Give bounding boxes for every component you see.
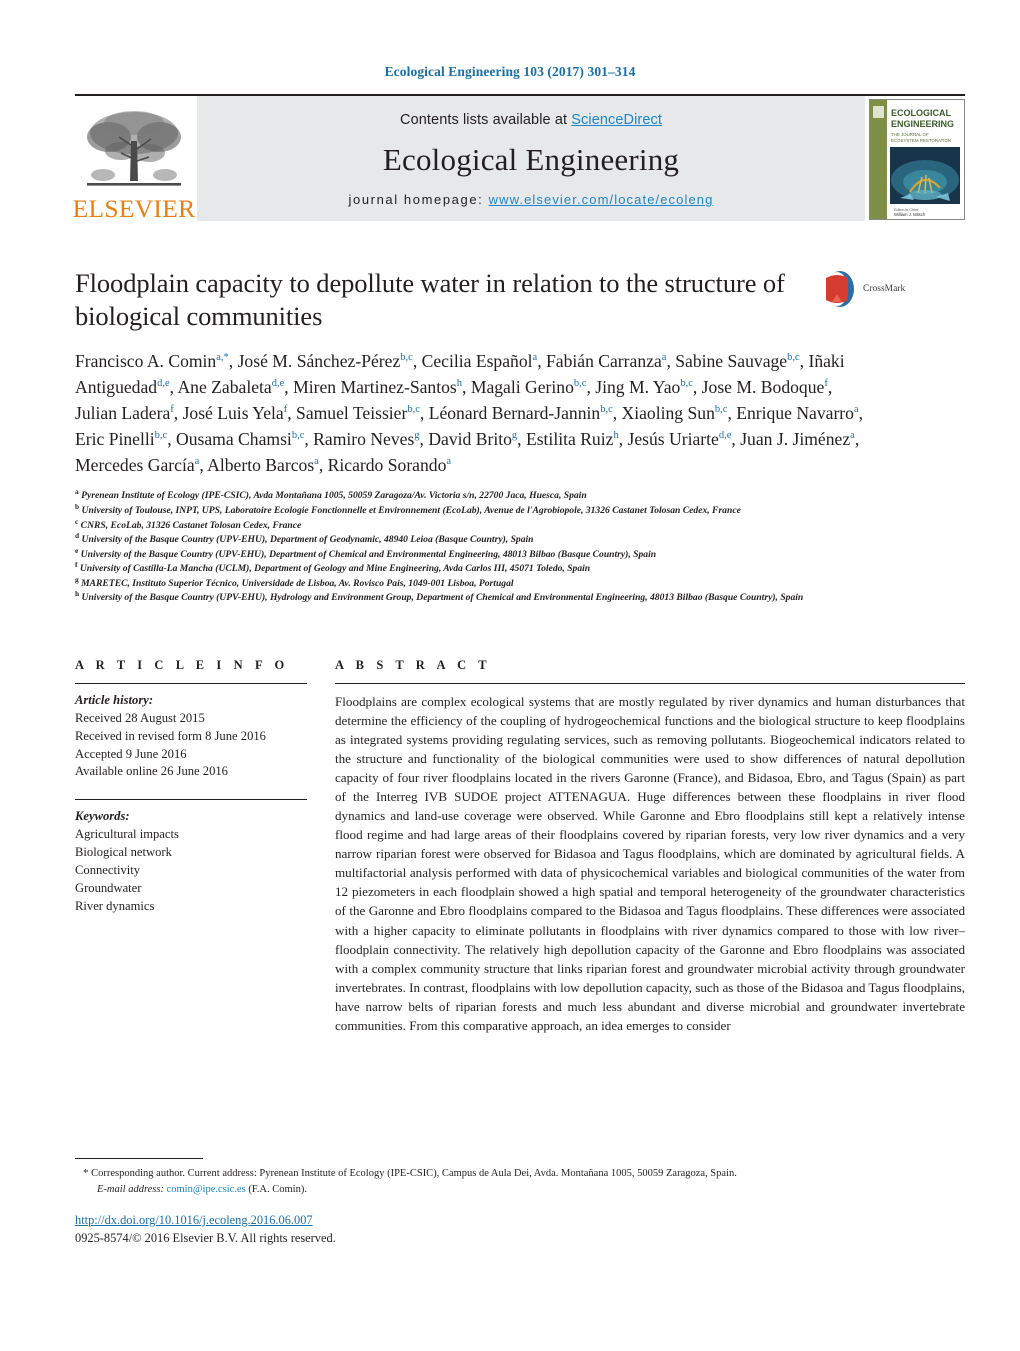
keyword-item: River dynamics bbox=[75, 898, 155, 913]
keywords-block: Keywords: Agricultural impacts Biologica… bbox=[75, 808, 307, 915]
corresponding-author-text: Corresponding author. Current address: P… bbox=[91, 1168, 737, 1179]
abstract-text: Floodplains are complex ecological syste… bbox=[335, 693, 965, 1033]
article-history-block: Article history: Received 28 August 2015… bbox=[75, 692, 307, 781]
masthead-center-panel: Contents lists available at ScienceDirec… bbox=[197, 96, 865, 221]
keyword-item: Biological network bbox=[75, 845, 172, 860]
article-history-label: Article history: bbox=[75, 692, 154, 707]
keyword-item: Connectivity bbox=[75, 862, 141, 877]
crossmark-icon bbox=[826, 271, 854, 307]
svg-text:THE JOURNAL OF: THE JOURNAL OF bbox=[891, 132, 929, 137]
page-title: Floodplain capacity to depollute water i… bbox=[75, 268, 785, 331]
svg-text:ECOLOGICAL: ECOLOGICAL bbox=[891, 108, 952, 118]
journal-cover-thumbnail: ECOLOGICAL ENGINEERING THE JOURNAL OF EC… bbox=[869, 99, 965, 220]
keywords-rule bbox=[75, 799, 307, 801]
footnote-rule bbox=[75, 1158, 203, 1159]
email-address-label: E-mail address: bbox=[97, 1183, 164, 1195]
contents-lists-line: Contents lists available at ScienceDirec… bbox=[400, 112, 662, 128]
doi-copyright-block: http://dx.doi.org/10.1016/j.ecoleng.2016… bbox=[75, 1212, 336, 1247]
keyword-item: Groundwater bbox=[75, 880, 142, 895]
journal-homepage-link[interactable]: www.elsevier.com/locate/ecoleng bbox=[489, 192, 714, 207]
article-info-column: A R T I C L E I N F O Article history: R… bbox=[75, 658, 307, 1035]
journal-masthead: ELSEVIER Contents lists available at Sci… bbox=[72, 94, 965, 223]
svg-text:William J. Mitsch: William J. Mitsch bbox=[894, 212, 926, 217]
title-block: Floodplain capacity to depollute water i… bbox=[75, 267, 945, 332]
history-item: Received 28 August 2015 bbox=[75, 710, 205, 725]
journal-cover-art: ECOLOGICAL ENGINEERING THE JOURNAL OF EC… bbox=[870, 100, 964, 219]
journal-homepage-line: journal homepage: www.elsevier.com/locat… bbox=[349, 192, 714, 207]
svg-text:ENGINEERING: ENGINEERING bbox=[891, 119, 954, 129]
journal-title: Ecological Engineering bbox=[382, 142, 680, 177]
journal-running-head: Ecological Engineering 103 (2017) 301–31… bbox=[384, 64, 636, 79]
keyword-item: Agricultural impacts bbox=[75, 827, 179, 842]
contents-prefix: Contents lists available at bbox=[400, 112, 572, 128]
svg-text:ECOSYSTEM RESTORATION: ECOSYSTEM RESTORATION bbox=[891, 138, 951, 143]
elsevier-wordmark: ELSEVIER bbox=[72, 193, 196, 223]
sciencedirect-link[interactable]: ScienceDirect bbox=[571, 112, 662, 128]
history-item: Accepted 9 June 2016 bbox=[75, 746, 187, 761]
article-first-page: Ecological Engineering 103 (2017) 301–31… bbox=[0, 0, 1020, 1351]
footnote-marker: * bbox=[83, 1167, 89, 1179]
abstract-rule bbox=[335, 682, 965, 684]
corresponding-author-footnote: * Corresponding author. Current address:… bbox=[75, 1165, 965, 1198]
keywords-label: Keywords: bbox=[75, 809, 130, 824]
author-list: Francisco A. Comina,*, José M. Sánchez-P… bbox=[75, 351, 864, 476]
abstract-heading: A B S T R A C T bbox=[335, 657, 492, 672]
article-info-heading: A R T I C L E I N F O bbox=[75, 657, 289, 672]
elsevier-logo: ELSEVIER bbox=[72, 96, 196, 223]
email-link[interactable]: comin@ipe.csic.es bbox=[167, 1184, 246, 1195]
copyright-line: 0925-8574/© 2016 Elsevier B.V. All right… bbox=[75, 1230, 336, 1245]
elsevier-tree-icon bbox=[87, 110, 181, 186]
crossmark-label: CrossMark bbox=[863, 284, 906, 294]
footnote-area: * Corresponding author. Current address:… bbox=[75, 1158, 965, 1198]
doi-link[interactable]: http://dx.doi.org/10.1016/j.ecoleng.2016… bbox=[75, 1212, 336, 1230]
info-abstract-row: A R T I C L E I N F O Article history: R… bbox=[75, 658, 965, 1035]
history-item: Available online 26 June 2016 bbox=[75, 764, 228, 779]
article-info-rule bbox=[75, 682, 307, 684]
affiliation-list: a Pyrenean Institute of Ecology (IPE-CSI… bbox=[75, 487, 804, 604]
crossmark-badge[interactable]: CrossMark bbox=[820, 269, 912, 309]
homepage-prefix: journal homepage: bbox=[348, 192, 489, 207]
abstract-column: A B S T R A C T Floodplains are complex … bbox=[335, 658, 965, 1035]
email-suffix: (F.A. Comin). bbox=[248, 1183, 307, 1195]
history-item: Received in revised form 8 June 2016 bbox=[75, 728, 266, 743]
